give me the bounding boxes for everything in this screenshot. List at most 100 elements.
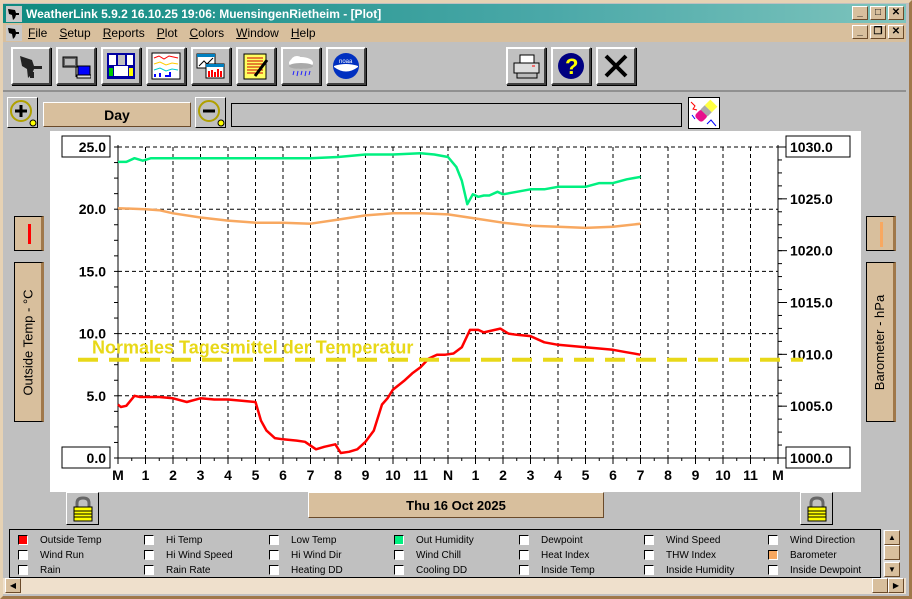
left-axis-lock-button[interactable]	[66, 492, 99, 525]
legend-item[interactable]: Wind Run	[18, 548, 84, 562]
mdi-minimize-button[interactable]: _	[852, 25, 868, 39]
legend-checkbox[interactable]	[394, 535, 404, 545]
legend-label: Dewpoint	[541, 534, 583, 546]
period-day-button[interactable]: Day	[43, 102, 191, 127]
noaa-button[interactable]: noaa	[326, 47, 366, 85]
x-tick-label: 6	[609, 467, 617, 483]
legend-item[interactable]: Heat Index	[519, 548, 589, 562]
legend-item[interactable]: Wind Speed	[644, 533, 720, 547]
legend-item[interactable]: Heating DD	[269, 563, 343, 577]
x-tick-label: 9	[362, 467, 370, 483]
zoom-in-button[interactable]	[7, 97, 38, 128]
legend-scrollbar[interactable]: ▲ ▼	[883, 530, 900, 577]
legend-item[interactable]: Dewpoint	[519, 533, 583, 547]
maximize-button[interactable]: □	[870, 6, 886, 20]
left-axis-label-button[interactable]: Outside Temp - °C	[14, 262, 44, 422]
legend-checkbox[interactable]	[144, 565, 154, 575]
legend-item[interactable]: Rain Rate	[144, 563, 210, 577]
browse-button[interactable]	[191, 47, 231, 85]
legend-checkbox[interactable]	[269, 550, 279, 560]
scroll-down-button[interactable]: ▼	[884, 562, 900, 577]
menu-plot[interactable]: Plot	[157, 26, 178, 40]
legend-item[interactable]: Out Humidity	[394, 533, 474, 547]
legend-checkbox[interactable]	[644, 550, 654, 560]
zoom-range-field[interactable]	[231, 103, 682, 127]
browse-icon	[196, 53, 225, 79]
left-tick-label: 15.0	[79, 263, 106, 279]
legend-label: Low Temp	[291, 534, 337, 546]
legend-item[interactable]: THW Index	[644, 548, 716, 562]
zoom-out-button[interactable]	[195, 97, 226, 128]
help-button[interactable]: ?	[551, 47, 591, 85]
menu-file[interactable]: File	[28, 26, 47, 40]
legend-checkbox[interactable]	[144, 535, 154, 545]
minimize-button[interactable]: _	[852, 6, 868, 20]
x-tick-label: 7	[637, 467, 645, 483]
legend-checkbox[interactable]	[519, 565, 529, 575]
plot-button[interactable]	[146, 47, 186, 85]
legend-checkbox[interactable]	[768, 550, 778, 560]
legend-checkbox[interactable]	[394, 565, 404, 575]
legend-item[interactable]: Wind Chill	[394, 548, 461, 562]
legend-checkbox[interactable]	[18, 565, 28, 575]
mdi-restore-button[interactable]: ❐	[870, 25, 886, 39]
date-button[interactable]: Thu 16 Oct 2025	[308, 492, 604, 518]
legend-item[interactable]: Inside Dewpoint	[768, 563, 861, 577]
x-tick-label: 4	[554, 467, 562, 483]
print-button[interactable]	[506, 47, 546, 85]
legend-item[interactable]: Hi Wind Speed	[144, 548, 233, 562]
mdi-close-button[interactable]: ✕	[888, 25, 904, 39]
left-series-color-button[interactable]	[14, 216, 44, 251]
scroll-right-button[interactable]: ▶	[888, 578, 904, 593]
horizontal-scrollbar[interactable]: ◀ ▶	[3, 578, 906, 594]
print-icon	[513, 54, 540, 79]
eraser-button[interactable]	[688, 97, 720, 129]
legend-item[interactable]: Inside Humidity	[644, 563, 734, 577]
close-window-button[interactable]: ✕	[888, 6, 904, 20]
station-button[interactable]	[11, 47, 51, 85]
left-tick-label: 5.0	[87, 388, 107, 404]
legend-checkbox[interactable]	[269, 535, 279, 545]
legend-item[interactable]: Barometer	[768, 548, 837, 562]
document-icon[interactable]	[6, 24, 22, 41]
legend-checkbox[interactable]	[394, 550, 404, 560]
legend-checkbox[interactable]	[18, 550, 28, 560]
menu-help[interactable]: Help	[291, 26, 316, 40]
legend-checkbox[interactable]	[768, 535, 778, 545]
hscroll-thumb[interactable]	[872, 578, 888, 593]
right-series-color-button[interactable]	[866, 216, 896, 251]
series-line-barometer	[117, 206, 641, 230]
legend-checkbox[interactable]	[519, 535, 529, 545]
legend-checkbox[interactable]	[644, 565, 654, 575]
legend-item[interactable]: Wind Direction	[768, 533, 855, 547]
legend-item[interactable]: Hi Wind Dir	[269, 548, 342, 562]
scroll-left-button[interactable]: ◀	[5, 578, 21, 593]
legend-checkbox[interactable]	[269, 565, 279, 575]
legend-item[interactable]: Rain	[18, 563, 61, 577]
legend-checkbox[interactable]	[768, 565, 778, 575]
legend-checkbox[interactable]	[18, 535, 28, 545]
legend-item[interactable]: Hi Temp	[144, 533, 203, 547]
legend-item[interactable]: Low Temp	[269, 533, 336, 547]
weather-button[interactable]	[281, 47, 321, 85]
legend-item[interactable]: Cooling DD	[394, 563, 467, 577]
scroll-up-button[interactable]: ▲	[884, 530, 900, 545]
menu-window[interactable]: Window	[236, 26, 279, 40]
menu-reports[interactable]: Reports	[103, 26, 145, 40]
zoom-out-icon	[197, 99, 224, 126]
bulletin-button[interactable]	[101, 47, 141, 85]
right-tick-label: 1025.0	[790, 191, 833, 207]
legend-checkbox[interactable]	[644, 535, 654, 545]
scroll-thumb[interactable]	[884, 545, 900, 560]
right-axis-lock-button[interactable]	[800, 492, 833, 525]
legend-item[interactable]: Inside Temp	[519, 563, 595, 577]
download-button[interactable]	[56, 47, 96, 85]
legend-checkbox[interactable]	[144, 550, 154, 560]
menu-colors[interactable]: Colors	[189, 26, 224, 40]
legend-checkbox[interactable]	[519, 550, 529, 560]
legend-item[interactable]: Outside Temp	[18, 533, 102, 547]
right-axis-label-button[interactable]: Barometer - hPa	[866, 262, 896, 422]
menu-setup[interactable]: Setup	[59, 26, 90, 40]
close-plot-button[interactable]	[596, 47, 636, 85]
notes-button[interactable]	[236, 47, 276, 85]
